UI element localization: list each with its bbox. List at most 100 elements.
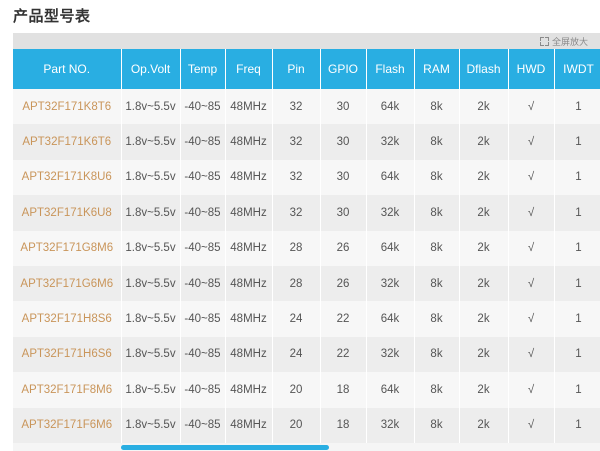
column-header: Temp (180, 49, 226, 89)
table-cell: 28 (272, 265, 321, 302)
part-number-cell[interactable]: APT32F171K6T6 (13, 124, 122, 160)
part-number-cell[interactable]: APT32F171H8S6 (13, 301, 122, 337)
table-cell: 32k (366, 195, 415, 231)
table-cell: -40~85 (180, 265, 226, 302)
table-cell: 30 (320, 124, 367, 160)
table-cell: 8k (414, 89, 460, 125)
table-toolbar: 全屏放大 (13, 33, 600, 49)
table-cell: -40~85 (180, 124, 226, 160)
table-cell: 8k (414, 230, 460, 266)
table-cell: 1 (554, 230, 600, 266)
table-cell: 64k (366, 89, 415, 125)
table-row: APT32F171G8M6 1.8v~5.5v -40~85 48MHz 28 26 64k… (13, 230, 600, 266)
product-table: Part NO. Op.Volt Temp Freq Pin GPIO Flas… (13, 49, 600, 443)
table-cell: 64k (366, 301, 415, 337)
table-cell: 32 (272, 89, 321, 125)
table-cell: 48MHz (225, 89, 273, 125)
table-cell: 20 (272, 407, 321, 443)
table-cell: 30 (320, 89, 367, 125)
expand-icon (539, 36, 549, 46)
product-table-panel: 全屏放大 Part NO. Op.Volt Temp Freq Pin GPIO… (13, 33, 600, 451)
table-cell: 2k (459, 230, 509, 266)
part-number-cell[interactable]: APT32F171F8M6 (13, 372, 122, 408)
table-cell: 1.8v~5.5v (121, 372, 181, 408)
table-cell: 8k (414, 301, 460, 337)
table-cell: 1.8v~5.5v (121, 159, 181, 196)
table-cell: -40~85 (180, 372, 226, 408)
part-number-cell[interactable]: APT32F171K8T6 (13, 89, 122, 125)
table-cell: -40~85 (180, 89, 226, 125)
table-cell: 26 (320, 265, 367, 302)
table-cell: -40~85 (180, 407, 226, 443)
table-row: APT32F171K8U6 1.8v~5.5v -40~85 48MHz 32 30 64k… (13, 159, 600, 196)
table-cell: 1 (554, 195, 600, 231)
part-number-cell[interactable]: APT32F171H6S6 (13, 336, 122, 373)
table-cell: 32k (366, 124, 415, 160)
column-header: Dflash (459, 49, 509, 89)
table-cell: 2k (459, 336, 509, 373)
table-cell: 30 (320, 195, 367, 231)
horizontal-scrollbar[interactable] (13, 443, 600, 451)
table-cell: √ (508, 336, 555, 373)
table-cell: 1 (554, 336, 600, 373)
table-cell: 2k (459, 265, 509, 302)
table-row: APT32F171G6M6 1.8v~5.5v -40~85 48MHz 28 26 32k… (13, 265, 600, 302)
table-cell: 28 (272, 230, 321, 266)
table-cell: 20 (272, 372, 321, 408)
table-cell: 22 (320, 301, 367, 337)
table-cell: 1.8v~5.5v (121, 301, 181, 337)
table-cell: 48MHz (225, 124, 273, 160)
part-number-cell[interactable]: APT32F171K6U8 (13, 195, 122, 231)
table-cell: 48MHz (225, 265, 273, 302)
table-cell: 8k (414, 265, 460, 302)
table-cell: √ (508, 372, 555, 408)
table-cell: √ (508, 301, 555, 337)
table-cell: 1 (554, 407, 600, 443)
table-cell: 24 (272, 336, 321, 373)
table-cell: 8k (414, 159, 460, 196)
table-cell: 2k (459, 407, 509, 443)
part-number-cell[interactable]: APT32F171G8M6 (13, 230, 122, 266)
table-cell: 18 (320, 407, 367, 443)
table-cell: -40~85 (180, 301, 226, 337)
table-cell: 64k (366, 372, 415, 408)
column-header: RAM (414, 49, 460, 89)
fullscreen-button[interactable]: 全屏放大 (539, 34, 588, 48)
table-cell: 1 (554, 124, 600, 160)
part-number-cell[interactable]: APT32F171G6M6 (13, 265, 122, 302)
table-cell: 1.8v~5.5v (121, 124, 181, 160)
table-cell: 1.8v~5.5v (121, 89, 181, 125)
table-cell: √ (508, 230, 555, 266)
table-row: APT32F171F8M6 1.8v~5.5v -40~85 48MHz 20 18 64k… (13, 372, 600, 408)
table-cell: 32k (366, 407, 415, 443)
table-cell: √ (508, 195, 555, 231)
column-header: Pin (272, 49, 321, 89)
table-cell: 1.8v~5.5v (121, 336, 181, 373)
table-cell: 48MHz (225, 230, 273, 266)
page-title: 产品型号表 (13, 7, 91, 25)
table-cell: 2k (459, 89, 509, 125)
table-row: APT32F171K8T6 1.8v~5.5v -40~85 48MHz 32 30 64k… (13, 89, 600, 125)
table-row: APT32F171F6M6 1.8v~5.5v -40~85 48MHz 20 18 32k… (13, 407, 600, 443)
table-header-row: Part NO. Op.Volt Temp Freq Pin GPIO Flas… (13, 49, 600, 89)
table-cell: 8k (414, 407, 460, 443)
table-cell: 32 (272, 124, 321, 160)
table-cell: 1 (554, 301, 600, 337)
table-cell: 32 (272, 195, 321, 231)
part-number-cell[interactable]: APT32F171K8U6 (13, 159, 122, 196)
table-row: APT32F171H8S6 1.8v~5.5v -40~85 48MHz 24 22 64k… (13, 301, 600, 337)
part-number-cell[interactable]: APT32F171F6M6 (13, 407, 122, 443)
scrollbar-thumb[interactable] (121, 445, 329, 450)
table-cell: 2k (459, 124, 509, 160)
table-cell: 48MHz (225, 301, 273, 337)
table-row: APT32F171K6U8 1.8v~5.5v -40~85 48MHz 32 30 32k… (13, 195, 600, 231)
table-cell: 1.8v~5.5v (121, 407, 181, 443)
table-cell: 30 (320, 159, 367, 196)
table-cell: 48MHz (225, 336, 273, 373)
table-body: APT32F171K8T6 1.8v~5.5v -40~85 48MHz 32 30 64k… (13, 89, 600, 443)
table-cell: √ (508, 265, 555, 302)
table-cell: 1 (554, 372, 600, 408)
table-cell: √ (508, 124, 555, 160)
table-cell: 2k (459, 159, 509, 196)
table-cell: 2k (459, 195, 509, 231)
